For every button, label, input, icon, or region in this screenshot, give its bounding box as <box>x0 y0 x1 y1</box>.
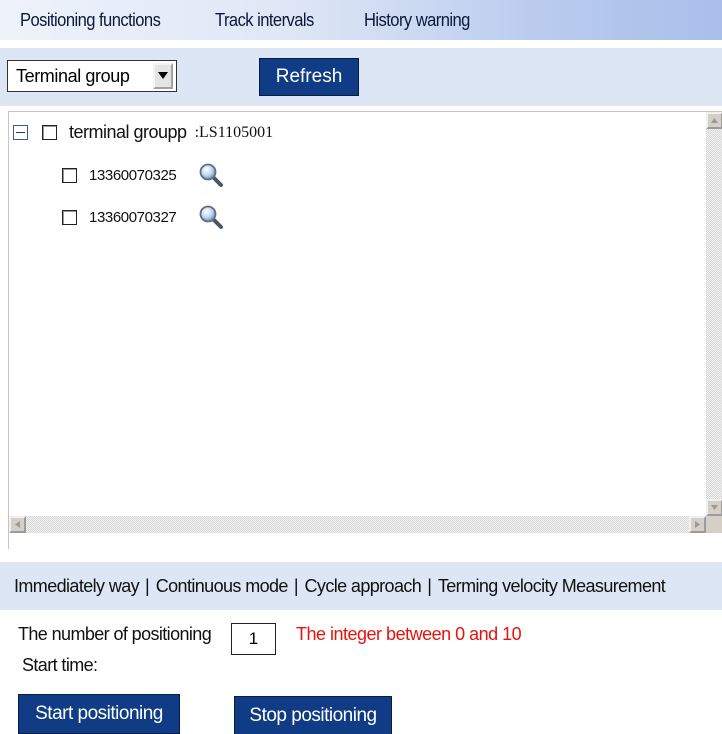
terminal-number: 13360070325 <box>89 166 177 184</box>
tab-history-warning[interactable]: History warning <box>364 10 470 31</box>
scroll-left-arrow-icon[interactable] <box>9 516 26 533</box>
magnifier-icon[interactable] <box>198 162 224 188</box>
tab-positioning-functions[interactable]: Positioning functions <box>20 10 161 31</box>
positioning-count-label: The number of positioning <box>18 624 212 644</box>
group-checkbox[interactable] <box>42 125 57 140</box>
terminal-tree-panel: terminal groupp :LS1105001 13360070325 1… <box>8 111 722 549</box>
positioning-mode-bar: Immediately way | Continuous mode | Cycl… <box>0 562 722 610</box>
start-positioning-button[interactable]: Start positioning <box>18 694 180 734</box>
mode-cycle-approach[interactable]: Cycle approach <box>305 576 422 597</box>
tree-terminal-row: 13360070325 <box>62 162 224 188</box>
group-label: terminal groupp <box>69 122 187 142</box>
positioning-count-input[interactable] <box>231 623 276 655</box>
dropdown-arrow-icon[interactable] <box>153 63 173 89</box>
tree-content: terminal groupp :LS1105001 13360070325 1… <box>9 112 706 516</box>
group-code: :LS1105001 <box>194 123 274 141</box>
mode-terming-velocity[interactable]: Terming velocity Measurement <box>438 576 666 597</box>
positioning-count-hint: The integer between 0 and 10 <box>296 624 522 644</box>
scroll-right-arrow-icon[interactable] <box>689 516 706 533</box>
scrollbar-corner <box>706 516 722 533</box>
terminal-checkbox[interactable] <box>62 167 77 183</box>
start-time-label: Start time: <box>22 655 98 675</box>
top-nav-bar: Positioning functions Track intervals Hi… <box>0 0 722 40</box>
terminal-group-select-value: Terminal group <box>16 65 130 86</box>
toolbar: Terminal group Refresh <box>0 48 722 106</box>
tab-track-intervals[interactable]: Track intervals <box>215 10 314 31</box>
refresh-button[interactable]: Refresh <box>259 58 359 96</box>
horizontal-scrollbar[interactable] <box>9 516 706 533</box>
scroll-up-arrow-icon[interactable] <box>706 112 722 129</box>
mode-separator: | <box>145 575 150 596</box>
tree-group-row: terminal groupp :LS1105001 <box>13 122 273 143</box>
mode-separator: | <box>293 575 299 596</box>
scroll-down-arrow-icon[interactable] <box>706 499 722 516</box>
collapse-toggle-icon[interactable] <box>13 125 28 140</box>
stop-positioning-button[interactable]: Stop positioning <box>234 696 392 734</box>
terminal-number: 13360070327 <box>89 208 177 226</box>
terminal-group-select[interactable]: Terminal group <box>7 60 177 92</box>
vertical-scrollbar[interactable] <box>706 112 722 516</box>
mode-separator: | <box>427 575 432 596</box>
mode-continuous[interactable]: Continuous mode <box>156 576 289 597</box>
mode-immediately-way[interactable]: Immediately way <box>14 576 140 597</box>
terminal-checkbox[interactable] <box>62 209 77 225</box>
tree-terminal-row: 13360070327 <box>62 204 224 230</box>
magnifier-icon[interactable] <box>198 204 224 230</box>
